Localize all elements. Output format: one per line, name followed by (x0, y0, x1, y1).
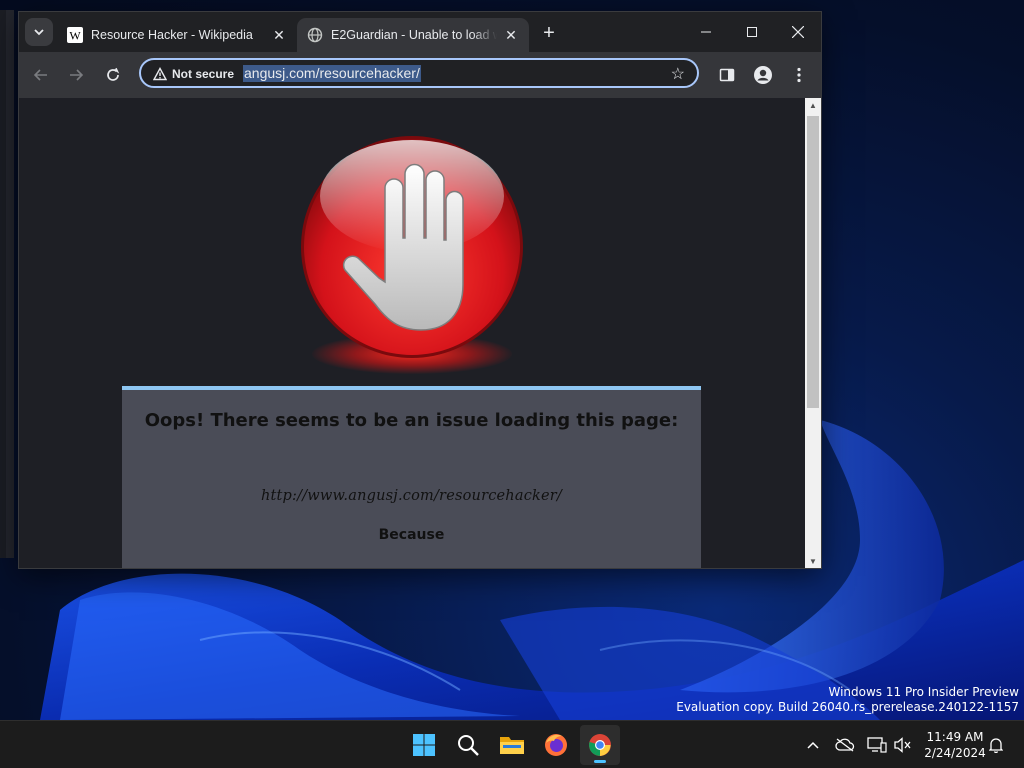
close-tab-icon[interactable]: ✕ (503, 27, 519, 43)
tab-search-button[interactable] (25, 18, 53, 46)
scrollbar-thumb[interactable] (807, 116, 819, 408)
address-bar[interactable]: Not secure angusj.com/resourcehacker/ ☆ (139, 58, 699, 88)
profile-avatar-icon (754, 66, 772, 84)
start-icon (413, 734, 435, 756)
reload-button[interactable] (100, 62, 126, 88)
minimize-icon (701, 31, 711, 33)
warning-triangle-icon (153, 67, 167, 81)
tab-strip: W Resource Hacker - Wikipedia ✕ E2Guardi… (19, 12, 821, 52)
watermark-edition: Windows 11 Pro Insider Preview (828, 685, 1019, 699)
close-icon (792, 26, 804, 38)
side-panel-button[interactable] (715, 63, 739, 87)
background-window-edge (6, 10, 14, 558)
arrow-left-icon (33, 69, 47, 81)
site-info-chip[interactable]: Not secure (147, 63, 240, 85)
volume-muted-icon (894, 737, 911, 753)
more-vertical-icon (797, 67, 801, 83)
reason-label: Because (378, 527, 445, 543)
side-panel-icon (719, 68, 735, 82)
url-text[interactable]: angusj.com/resourcehacker/ (243, 65, 421, 82)
clock-date: 2/24/2024 (924, 746, 986, 760)
chrome-browser-window: W Resource Hacker - Wikipedia ✕ E2Guardi… (19, 12, 821, 568)
wikipedia-icon: W (67, 27, 83, 43)
firefox-button[interactable] (536, 725, 576, 765)
chevron-down-icon (34, 29, 44, 36)
bell-icon (989, 738, 1003, 753)
active-app-indicator (594, 760, 606, 763)
chevron-up-icon (807, 741, 819, 749)
file-explorer-button[interactable] (492, 725, 532, 765)
network-button[interactable] (866, 733, 888, 757)
file-explorer-icon (500, 737, 524, 754)
vertical-scrollbar[interactable]: ▲ ▼ (805, 98, 821, 568)
tab-title: E2Guardian - Unable to load we (331, 28, 497, 42)
stop-hand-icon (301, 136, 523, 358)
new-tab-button[interactable]: + (538, 22, 560, 44)
watermark-build: Evaluation copy. Build 26040.rs_prerelea… (676, 700, 1019, 714)
onedrive-button[interactable] (834, 733, 856, 757)
cloud-offline-icon (835, 738, 855, 752)
start-button[interactable] (404, 725, 444, 765)
taskbar: 11:49 AM 2/24/2024 (0, 720, 1024, 768)
back-button[interactable] (28, 62, 54, 88)
blocked-url: http://www.angusj.com/resourcehacker/ (260, 488, 563, 504)
network-monitor-icon (867, 737, 887, 753)
tab-resource-hacker[interactable]: W Resource Hacker - Wikipedia ✕ (57, 18, 297, 52)
globe-icon (307, 27, 323, 43)
tab-title: Resource Hacker - Wikipedia (91, 28, 253, 42)
maximize-button[interactable] (729, 12, 775, 52)
bookmark-star-icon[interactable]: ☆ (671, 64, 685, 84)
close-window-button[interactable] (775, 12, 821, 52)
clock-time: 11:49 AM (926, 730, 984, 744)
arrow-right-icon (70, 69, 84, 81)
chrome-icon (589, 734, 611, 756)
minimize-button[interactable] (683, 12, 729, 52)
system-clock[interactable]: 11:49 AM 2/24/2024 (918, 729, 992, 761)
chrome-menu-button[interactable] (787, 63, 811, 87)
error-message-card: Oops! There seems to be an issue loading… (122, 386, 701, 568)
forward-button[interactable] (63, 62, 89, 88)
firefox-icon (545, 734, 567, 756)
search-button[interactable] (448, 725, 488, 765)
error-heading: Oops! There seems to be an issue loading… (144, 410, 679, 431)
tab-e2guardian[interactable]: E2Guardian - Unable to load we ✕ (297, 18, 529, 52)
scroll-up-arrow-icon[interactable]: ▲ (805, 98, 821, 112)
profile-button[interactable] (751, 63, 775, 87)
reload-icon (107, 67, 120, 81)
close-tab-icon[interactable]: ✕ (271, 27, 287, 43)
volume-button[interactable] (892, 733, 914, 757)
page-content: Oops! There seems to be an issue loading… (19, 98, 805, 568)
browser-toolbar: Not secure angusj.com/resourcehacker/ ☆ (19, 52, 821, 98)
windows-evaluation-watermark: Windows 11 Pro Insider Preview Evaluatio… (676, 685, 1019, 715)
search-icon (458, 735, 479, 756)
notifications-button[interactable] (986, 733, 1006, 757)
show-hidden-icons-button[interactable] (804, 733, 822, 757)
scroll-down-arrow-icon[interactable]: ▼ (805, 554, 821, 568)
maximize-icon (747, 27, 757, 37)
chrome-taskbar-button[interactable] (580, 725, 620, 765)
svg-text:W: W (69, 29, 81, 43)
not-secure-label: Not secure (172, 67, 235, 81)
